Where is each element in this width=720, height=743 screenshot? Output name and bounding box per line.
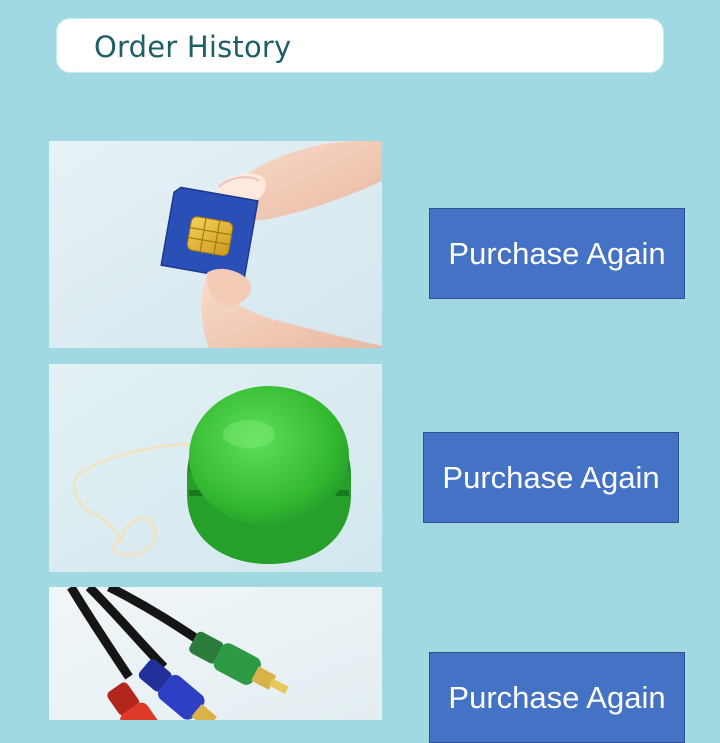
order-item-image-sim-card [49, 141, 382, 348]
order-history-header: Order History [56, 18, 664, 73]
purchase-again-button[interactable]: Purchase Again [429, 652, 685, 743]
page-title: Order History [94, 30, 292, 64]
order-item-image-rca-cables [49, 587, 382, 720]
purchase-again-button[interactable]: Purchase Again [429, 208, 685, 299]
order-item-image-yoyo [49, 364, 382, 572]
purchase-again-button[interactable]: Purchase Again [423, 432, 679, 523]
